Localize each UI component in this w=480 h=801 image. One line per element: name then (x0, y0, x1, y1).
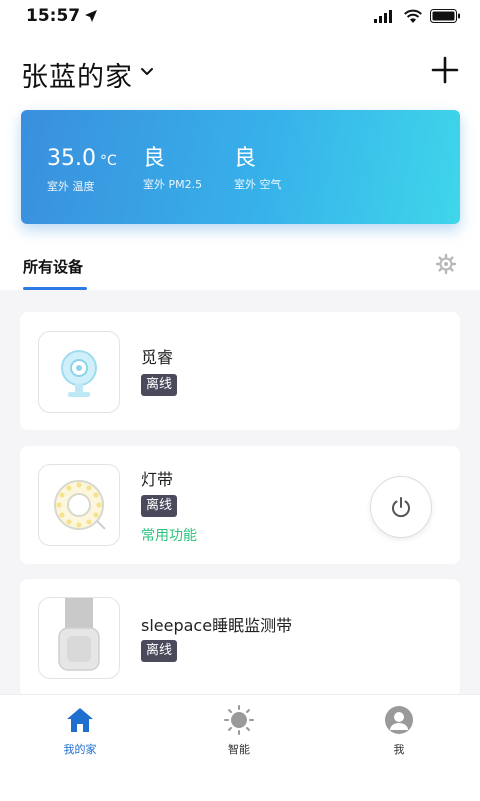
user-avatar-icon (385, 706, 413, 734)
add-device-button[interactable] (431, 56, 459, 84)
nav-me-label: 我 (393, 743, 405, 756)
nav-me[interactable]: 我 (359, 705, 439, 757)
offline-badge: 离线 (141, 495, 178, 517)
location-arrow-icon (85, 10, 97, 22)
nav-home[interactable]: 我的家 (40, 705, 120, 757)
home-selector[interactable]: 张蓝的家 (21, 55, 133, 94)
tab-active-indicator (23, 287, 87, 290)
sleep-monitor-device-image (38, 597, 120, 679)
cellular-signal-icon (374, 10, 392, 23)
air-block: 良 室外 空气 (234, 146, 282, 192)
air-value: 良 (234, 146, 257, 171)
bottom-nav: 我的家 智能 我 (0, 694, 480, 801)
chevron-down-icon[interactable] (139, 64, 155, 80)
camera-device-image (38, 331, 120, 413)
nav-home-label: 我的家 (63, 743, 97, 756)
pm25-value: 良 (143, 146, 166, 171)
power-icon (392, 497, 410, 518)
device-name: 觅睿 (141, 348, 174, 367)
air-label: 室外 空气 (234, 178, 282, 191)
tab-all-devices[interactable]: 所有设备 (23, 256, 83, 277)
header: 张蓝的家 (0, 34, 480, 100)
temperature-block: 35.0 °C 室外 温度 (47, 146, 117, 194)
pm25-block: 良 室外 PM2.5 (143, 146, 202, 192)
gear-icon[interactable] (435, 253, 457, 275)
device-name: sleepace睡眠监测带 (141, 616, 293, 635)
temperature-unit: °C (99, 153, 117, 169)
common-functions-link[interactable]: 常用功能 (141, 525, 197, 545)
light-strip-device-image (38, 464, 120, 546)
battery-icon (430, 9, 460, 23)
power-button[interactable] (370, 476, 432, 538)
wifi-icon (404, 9, 422, 23)
device-card-mirui[interactable]: 觅睿 离线 (20, 312, 460, 430)
offline-badge: 离线 (141, 640, 178, 662)
sun-icon (224, 705, 254, 735)
status-time: 15:57 (26, 6, 81, 26)
home-icon (67, 708, 93, 732)
weather-card[interactable]: 35.0 °C 室外 温度 良 室外 PM2.5 良 室外 空气 (21, 110, 460, 224)
nav-smart[interactable]: 智能 (199, 705, 279, 757)
offline-badge: 离线 (141, 374, 178, 396)
temperature-value: 35.0 (47, 146, 96, 171)
device-card-light-strip[interactable]: 灯带 离线 常用功能 (20, 446, 460, 564)
device-name: 灯带 (141, 470, 174, 489)
nav-smart-label: 智能 (228, 743, 250, 756)
device-card-sleepace[interactable]: sleepace睡眠监测带 离线 (20, 579, 460, 697)
pm25-label: 室外 PM2.5 (143, 178, 203, 191)
status-bar: 15:57 (0, 0, 480, 34)
temperature-label: 室外 温度 (47, 180, 95, 193)
